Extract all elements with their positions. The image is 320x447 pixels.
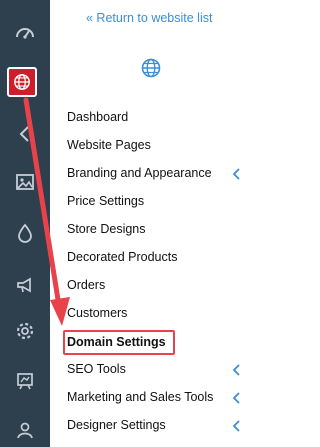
chevron-left-icon[interactable] (9, 118, 41, 150)
presentation-icon[interactable] (9, 365, 41, 397)
icon-sidebar (0, 0, 50, 447)
menu-item-seo-tools[interactable]: SEO Tools (67, 358, 242, 380)
menu-item-customers[interactable]: Customers (67, 302, 242, 324)
image-icon[interactable] (9, 166, 41, 198)
menu-item-marketing-and-sales-tools[interactable]: Marketing and Sales Tools (67, 386, 242, 408)
menu-item-orders[interactable]: Orders (67, 274, 242, 296)
globe-icon (141, 58, 161, 78)
website-menu-panel: « Return to website list Dashboard Websi… (50, 0, 250, 447)
chevron-left-icon (232, 364, 240, 376)
menu-item-branding-and-appearance[interactable]: Branding and Appearance (67, 162, 242, 184)
menu-item-designer-settings[interactable]: Designer Settings (67, 414, 242, 436)
dashboard-gauge-icon[interactable] (9, 17, 41, 49)
menu-item-store-designs[interactable]: Store Designs (67, 218, 242, 240)
chevron-left-icon (232, 392, 240, 404)
menu-item-price-settings[interactable]: Price Settings (67, 190, 242, 212)
user-icon[interactable] (9, 414, 41, 446)
globe-icon[interactable] (7, 67, 37, 97)
settings-gear-icon[interactable] (9, 315, 41, 347)
menu-item-domain-settings[interactable]: Domain Settings (67, 331, 242, 353)
chevron-left-icon (232, 420, 240, 432)
menu-item-decorated-products[interactable]: Decorated Products (67, 246, 242, 268)
return-to-website-list-link[interactable]: « Return to website list (86, 11, 212, 25)
menu-item-website-pages[interactable]: Website Pages (67, 134, 242, 156)
megaphone-icon[interactable] (9, 269, 41, 301)
chevron-left-icon (232, 168, 240, 180)
droplet-icon[interactable] (9, 217, 41, 249)
menu-item-dashboard[interactable]: Dashboard (67, 106, 242, 128)
